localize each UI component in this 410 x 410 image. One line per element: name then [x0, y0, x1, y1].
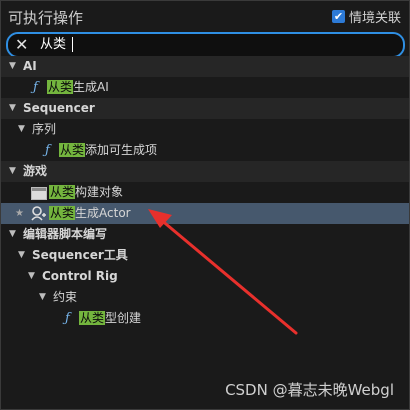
- item-label-rest: 型创建: [105, 311, 142, 325]
- category-game[interactable]: ▼ 游戏: [1, 161, 409, 182]
- item-label-rest: 构建对象: [75, 185, 124, 199]
- panel-footer: CSDN @暮志未晚Webgl: [1, 357, 409, 409]
- object-icon: [31, 187, 47, 200]
- expand-arrow-icon[interactable]: ▼: [18, 245, 25, 266]
- category-label: 游戏: [23, 164, 48, 178]
- star-icon[interactable]: ★: [15, 203, 24, 224]
- expand-arrow-icon[interactable]: ▼: [9, 98, 16, 119]
- expand-arrow-icon[interactable]: ▼: [28, 266, 35, 287]
- category-label: AI: [23, 59, 37, 73]
- tree-subcategory-constraints[interactable]: ▼ 约束: [1, 287, 409, 308]
- category-label: Sequencer: [23, 101, 95, 115]
- expand-arrow-icon[interactable]: ▼: [18, 119, 25, 140]
- function-icon: ƒ: [65, 311, 70, 326]
- tree-subcategory-sequence[interactable]: ▼ 序列: [1, 119, 409, 140]
- item-label-rest: 生成AI: [73, 80, 109, 94]
- subcategory-label: 约束: [53, 290, 78, 304]
- expand-arrow-icon[interactable]: ▼: [9, 56, 16, 77]
- tree-item-add-spawnable[interactable]: ƒ 从类添加可生成项: [1, 140, 409, 161]
- context-sensitive-toggle[interactable]: ✔ 情境关联: [331, 7, 401, 26]
- item-label: 从类型创建: [79, 308, 141, 329]
- checkbox-icon[interactable]: ✔: [331, 10, 345, 23]
- category-label: 编辑器脚本编写: [23, 227, 108, 241]
- item-label-rest: 生成Actor: [75, 206, 131, 220]
- item-label: 从类添加可生成项: [59, 140, 157, 161]
- subcategory-label: Sequencer工具: [32, 248, 128, 262]
- item-label: 从类构建对象: [49, 182, 123, 203]
- item-label: 从类生成AI: [47, 77, 109, 98]
- close-icon[interactable]: ✕: [15, 36, 28, 54]
- subcategory-label: Control Rig: [42, 269, 118, 283]
- tree-subcategory-sequencer-tools[interactable]: ▼ Sequencer工具: [1, 245, 409, 266]
- search-input[interactable]: ✕ 从类: [6, 32, 405, 58]
- category-editor-scripting[interactable]: ▼ 编辑器脚本编写: [1, 224, 409, 245]
- tree-item-create-from-class[interactable]: ƒ 从类型创建: [1, 308, 409, 329]
- subcategory-label: 序列: [32, 122, 57, 136]
- category-ai[interactable]: ▼ AI: [1, 56, 409, 77]
- function-icon: ƒ: [45, 143, 50, 158]
- item-label-rest: 添加可生成项: [85, 143, 158, 157]
- function-icon: ƒ: [33, 80, 38, 95]
- expand-arrow-icon[interactable]: ▼: [39, 287, 46, 308]
- actions-panel: 可执行操作 ✔ 情境关联 ✕ 从类 ▼ AI ƒ 从类生成AI ▼ Sequen…: [0, 0, 410, 410]
- actor-icon: [31, 206, 46, 221]
- expand-arrow-icon[interactable]: ▼: [9, 161, 16, 182]
- context-sensitive-label: 情境关联: [348, 11, 401, 26]
- match-highlight: 从类: [79, 311, 106, 325]
- match-highlight: 从类: [47, 80, 74, 94]
- item-label: 从类生成Actor: [49, 203, 131, 224]
- watermark: CSDN @暮志未晚Webgl: [225, 381, 394, 399]
- text-caret: [72, 37, 73, 52]
- title-bar: 可执行操作 ✔ 情境关联: [1, 1, 409, 31]
- match-highlight: 从类: [49, 206, 76, 220]
- match-highlight: 从类: [59, 143, 86, 157]
- category-sequencer[interactable]: ▼ Sequencer: [1, 98, 409, 119]
- match-highlight: 从类: [49, 185, 76, 199]
- expand-arrow-icon[interactable]: ▼: [9, 224, 16, 245]
- search-text[interactable]: 从类: [40, 36, 66, 54]
- tree-item-spawn-ai[interactable]: ƒ 从类生成AI: [1, 77, 409, 98]
- tree-item-construct-object[interactable]: 从类构建对象: [1, 182, 409, 203]
- panel-title: 可执行操作: [8, 9, 84, 27]
- tree-item-spawn-actor[interactable]: ★ 从类生成Actor: [1, 203, 409, 224]
- tree-subcategory-control-rig[interactable]: ▼ Control Rig: [1, 266, 409, 287]
- action-tree: ▼ AI ƒ 从类生成AI ▼ Sequencer ▼ 序列 ƒ 从类添加可生成…: [1, 56, 409, 356]
